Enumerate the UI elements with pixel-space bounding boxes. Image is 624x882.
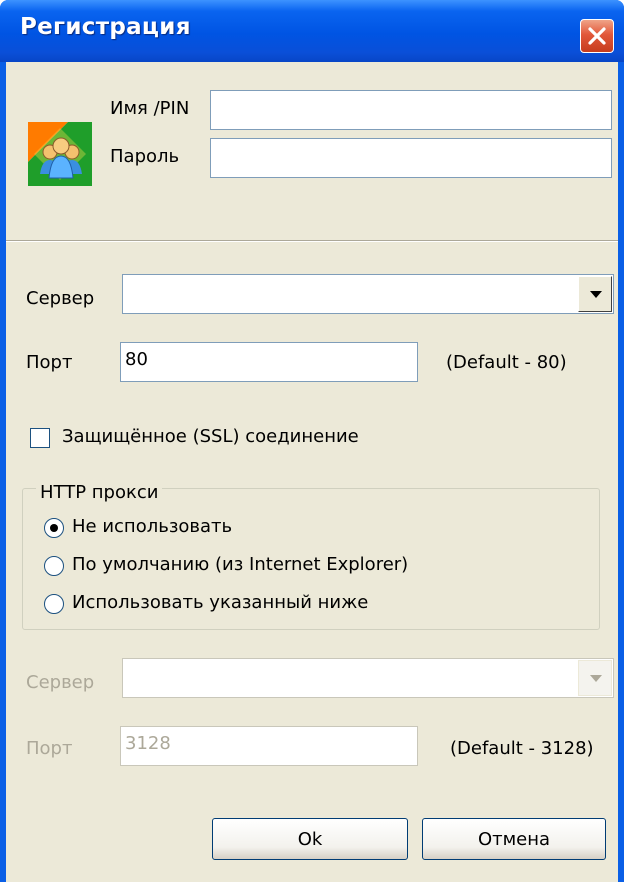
proxy-custom-label[interactable]: Использовать указанный ниже bbox=[72, 592, 368, 613]
proxy-none-label[interactable]: Не использовать bbox=[72, 516, 232, 537]
server-label: Сервер bbox=[26, 288, 95, 309]
chevron-down-icon bbox=[590, 291, 602, 298]
port-label: Порт bbox=[26, 352, 73, 373]
close-icon bbox=[588, 27, 606, 45]
window-title: Регистрация bbox=[20, 14, 191, 40]
proxy-port-label: Порт bbox=[26, 738, 73, 759]
password-input[interactable] bbox=[210, 138, 612, 178]
name-input[interactable] bbox=[210, 90, 612, 130]
proxy-port-default-hint: (Default - 3128) bbox=[450, 738, 594, 759]
password-label: Пароль bbox=[110, 146, 180, 167]
radio-selected-dot bbox=[50, 524, 58, 532]
proxy-none-radio[interactable] bbox=[44, 518, 64, 538]
title-bar[interactable]: Регистрация bbox=[0, 0, 624, 62]
chevron-down-icon bbox=[590, 675, 602, 682]
cancel-button[interactable]: Отмена bbox=[422, 818, 606, 860]
ssl-label[interactable]: Защищённое (SSL) соединение bbox=[62, 426, 359, 447]
close-button[interactable] bbox=[580, 19, 614, 53]
login-dialog: Регистрация Имя /PIN Пароль Сервер Порт … bbox=[0, 0, 624, 882]
ok-button[interactable]: Ok bbox=[212, 818, 408, 860]
name-label: Имя /PIN bbox=[110, 98, 190, 119]
server-dropdown-button[interactable] bbox=[578, 276, 612, 312]
proxy-server-dropdown-button bbox=[578, 660, 612, 696]
proxy-port-input: 3128 bbox=[120, 726, 418, 766]
ssl-checkbox[interactable] bbox=[30, 428, 50, 448]
proxy-server-combo bbox=[122, 658, 614, 698]
users-icon bbox=[28, 122, 92, 186]
proxy-server-label: Сервер bbox=[26, 672, 95, 693]
proxy-default-radio[interactable] bbox=[44, 556, 64, 576]
separator bbox=[6, 240, 618, 242]
server-combo[interactable] bbox=[122, 274, 614, 314]
port-input[interactable]: 80 bbox=[120, 342, 418, 382]
proxy-default-label[interactable]: По умолчанию (из Internet Explorer) bbox=[72, 554, 408, 575]
dialog-body: Имя /PIN Пароль Сервер Порт 80 (Default … bbox=[6, 62, 618, 882]
port-default-hint: (Default - 80) bbox=[446, 352, 567, 373]
proxy-custom-radio[interactable] bbox=[44, 594, 64, 614]
http-proxy-group-title: HTTP прокси bbox=[36, 482, 163, 503]
